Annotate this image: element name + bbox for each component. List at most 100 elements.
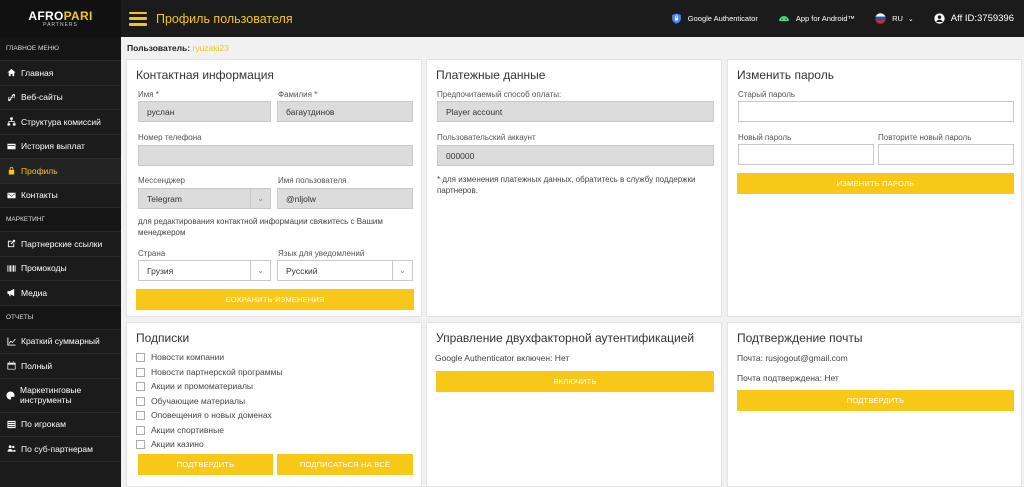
card-icon bbox=[6, 141, 16, 151]
android-icon bbox=[778, 15, 789, 21]
envelope-icon bbox=[6, 190, 16, 200]
country-select[interactable]: Грузия ⌄ bbox=[138, 260, 271, 281]
last-name-field[interactable]: багаутдинов bbox=[277, 101, 413, 122]
external-link-icon bbox=[6, 239, 16, 249]
sidebar-item-sub-partners[interactable]: По суб-партнерам bbox=[0, 437, 121, 462]
palette-icon bbox=[6, 390, 15, 400]
new-password-input[interactable] bbox=[738, 144, 874, 165]
user-label: Пользователь: bbox=[127, 43, 191, 53]
subscription-option[interactable]: Новости компании bbox=[136, 352, 224, 362]
sidebar-item-home[interactable]: Главная bbox=[0, 61, 121, 86]
checkbox[interactable] bbox=[136, 439, 145, 449]
phone-field[interactable] bbox=[138, 145, 413, 166]
subscription-label: Оповещения о новых доменах bbox=[151, 410, 272, 420]
sidebar-item-label: Краткий суммарный bbox=[21, 336, 100, 347]
language-selector[interactable]: RU ⌄ bbox=[875, 13, 914, 24]
subscribe-all-button[interactable]: ПОДПИСАТЬСЯ НА ВСЁ bbox=[277, 454, 413, 475]
subscription-option[interactable]: Обучающие материалы bbox=[136, 396, 245, 406]
sidebar-item-profile[interactable]: Профиль bbox=[0, 159, 121, 184]
chevron-down-icon: ⌄ bbox=[250, 261, 270, 280]
subscription-option[interactable]: Новости партнерской программы bbox=[136, 367, 283, 377]
confirm-email-button[interactable]: ПОДТВЕРДИТЬ bbox=[737, 390, 1014, 411]
logo-text-a: AFRO bbox=[28, 8, 64, 23]
sidebar: AFROPARI PARTNERS ГЛАВНОЕ МЕНЮ Главная В… bbox=[0, 0, 121, 487]
save-changes-button[interactable]: СОХРАНИТЬ ИЗМЕНЕНИЯ bbox=[136, 289, 414, 310]
sidebar-item-by-players[interactable]: По игрокам bbox=[0, 413, 121, 437]
menu-toggle-icon[interactable] bbox=[129, 11, 147, 26]
card-title: Подписки bbox=[136, 331, 190, 345]
subscription-option[interactable]: Акции спортивные bbox=[136, 425, 224, 435]
messenger-select[interactable]: Telegram ⌄ bbox=[138, 188, 271, 209]
sidebar-item-summary[interactable]: Краткий суммарный bbox=[0, 330, 121, 354]
account-label: Пользовательский аккаунт bbox=[437, 133, 536, 142]
repeat-password-label: Повторите новый пароль bbox=[878, 133, 972, 142]
messenger-label: Мессенджер bbox=[138, 176, 185, 185]
checkbox[interactable] bbox=[136, 425, 145, 435]
sidebar-item-label: Медиа bbox=[21, 287, 48, 298]
aff-id-label: Aff ID:3759396 bbox=[950, 13, 1014, 24]
sidebar-item-websites[interactable]: Веб-сайты bbox=[0, 86, 121, 110]
calendar-icon bbox=[6, 361, 16, 371]
sidebar-item-commission[interactable]: Структура комиссий bbox=[0, 110, 121, 135]
android-app-label: App for Android™ bbox=[795, 14, 856, 23]
messenger-value: Telegram bbox=[147, 193, 182, 204]
username-field[interactable]: @nljolw bbox=[277, 188, 413, 209]
confirm-subscriptions-button[interactable]: ПОДТВЕРДИТЬ bbox=[138, 454, 273, 475]
sidebar-item-label: По суб-партнерам bbox=[21, 443, 93, 454]
account-field[interactable]: 000000 bbox=[437, 145, 714, 166]
enable-2fa-button[interactable]: ВКЛЮЧИТЬ bbox=[436, 371, 714, 392]
language-label: RU bbox=[892, 14, 903, 23]
subscription-label: Акции и промоматериалы bbox=[151, 381, 254, 391]
old-password-input[interactable] bbox=[738, 101, 1014, 122]
logo-sub: PARTNERS bbox=[43, 21, 78, 28]
sitemap-icon bbox=[6, 117, 16, 127]
sidebar-item-label: Контакты bbox=[21, 190, 58, 201]
chevron-down-icon: ⌄ bbox=[392, 261, 412, 280]
chevron-down-icon: ⌄ bbox=[907, 15, 914, 23]
checkbox[interactable] bbox=[136, 367, 145, 377]
google-authenticator-link[interactable]: Google Authenticator bbox=[671, 13, 758, 24]
old-password-label: Старый пароль bbox=[738, 90, 796, 99]
link-icon bbox=[6, 92, 16, 102]
account-menu[interactable]: Aff ID:3759396 bbox=[934, 13, 1014, 24]
card-title: Изменить пароль bbox=[737, 68, 834, 82]
top-bar: Профиль пользователя Google Authenticato… bbox=[121, 0, 1024, 37]
sidebar-item-label: Маркетинговые инструменты bbox=[20, 385, 82, 405]
logo[interactable]: AFROPARI PARTNERS bbox=[0, 0, 121, 37]
sidebar-item-partner-links[interactable]: Партнерские ссылки bbox=[0, 232, 121, 257]
checkbox[interactable] bbox=[136, 396, 145, 406]
change-password-button[interactable]: ИЗМЕНИТЬ ПАРОЛЬ bbox=[737, 173, 1014, 194]
first-name-field[interactable]: руслан bbox=[138, 101, 271, 122]
subscription-label: Обучающие материалы bbox=[151, 396, 246, 406]
section-marketing: МАРКЕТИНГ bbox=[0, 208, 121, 232]
subscription-option[interactable]: Акции и промоматериалы bbox=[136, 381, 253, 391]
section-reports: ОТЧЕТЫ bbox=[0, 305, 121, 330]
google-authenticator-label: Google Authenticator bbox=[687, 14, 758, 23]
sidebar-item-payout-history[interactable]: История выплат bbox=[0, 135, 121, 159]
repeat-password-input[interactable] bbox=[878, 144, 1014, 165]
email-confirmation-card: Подтверждение почты Почта: rusjogout@gma… bbox=[727, 322, 1022, 487]
sidebar-item-marketing-tools[interactable]: Маркетинговые инструменты bbox=[0, 379, 121, 413]
sidebar-item-contacts[interactable]: Контакты bbox=[0, 184, 121, 208]
subscription-option[interactable]: Акции казино bbox=[136, 439, 204, 449]
payment-method-field[interactable]: Player account bbox=[437, 101, 714, 122]
sidebar-item-full[interactable]: Полный bbox=[0, 354, 121, 379]
home-icon bbox=[6, 68, 16, 78]
sidebar-item-label: По игрокам bbox=[21, 419, 66, 430]
sidebar-item-label: История выплат bbox=[21, 141, 85, 152]
sidebar-item-promocodes[interactable]: Промокоды bbox=[0, 257, 121, 281]
sidebar-item-media[interactable]: Медиа bbox=[0, 281, 121, 306]
subscription-label: Акции казино bbox=[151, 439, 204, 449]
sidebar-item-label: Веб-сайты bbox=[21, 92, 63, 103]
section-main-menu: ГЛАВНОЕ МЕНЮ bbox=[0, 37, 121, 61]
subscription-option[interactable]: Оповещения о новых доменах bbox=[136, 410, 272, 420]
list-icon bbox=[6, 419, 16, 429]
payment-method-label: Предпочитаемый способ оплаты: bbox=[437, 90, 562, 99]
checkbox[interactable] bbox=[136, 381, 145, 391]
subscription-label: Акции спортивные bbox=[151, 425, 224, 435]
subscription-label: Новости компании bbox=[151, 352, 225, 362]
language-select[interactable]: Русский ⌄ bbox=[277, 260, 413, 281]
checkbox[interactable] bbox=[136, 352, 145, 362]
checkbox[interactable] bbox=[136, 410, 145, 420]
android-app-link[interactable]: App for Android™ bbox=[778, 14, 855, 24]
